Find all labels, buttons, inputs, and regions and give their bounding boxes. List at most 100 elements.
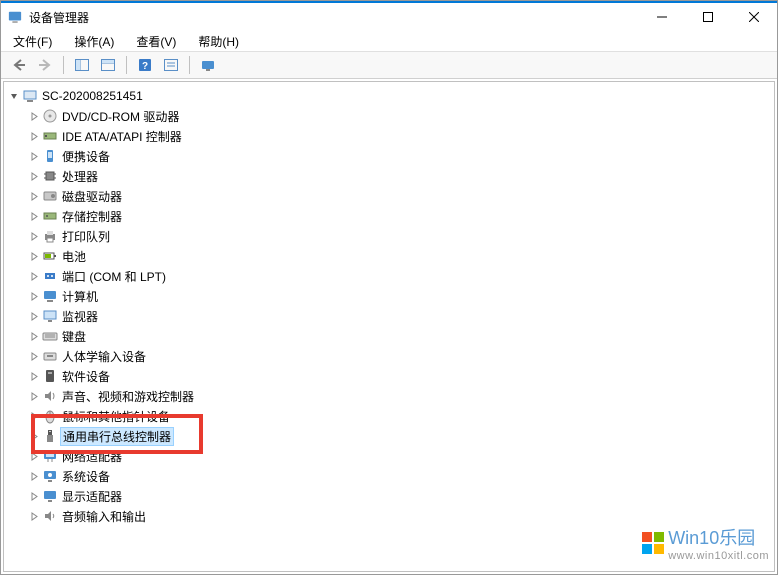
tree-item[interactable]: 音频输入和输出 — [4, 506, 774, 526]
expander-icon[interactable] — [28, 490, 40, 502]
menu-file[interactable]: 文件(F) — [9, 31, 56, 52]
usb-icon — [42, 428, 58, 444]
tree-item-label: 存储控制器 — [62, 208, 122, 225]
tree-item-label: 处理器 — [62, 168, 98, 185]
disk-icon — [42, 188, 58, 204]
expander-icon[interactable] — [28, 210, 40, 222]
tree-item[interactable]: 电池 — [4, 246, 774, 266]
show-hide-tree-button[interactable] — [70, 53, 94, 77]
tree-item[interactable]: 声音、视频和游戏控制器 — [4, 386, 774, 406]
tree-item-label: 显示适配器 — [62, 488, 122, 505]
expander-icon[interactable] — [28, 370, 40, 382]
tree-item-label: DVD/CD-ROM 驱动器 — [62, 108, 179, 125]
tree-item[interactable]: 软件设备 — [4, 366, 774, 386]
expander-icon[interactable] — [28, 470, 40, 482]
tree-item-label: 磁盘驱动器 — [62, 188, 122, 205]
expander-icon[interactable] — [28, 390, 40, 402]
tree-item[interactable]: 计算机 — [4, 286, 774, 306]
expander-icon[interactable] — [28, 350, 40, 362]
window-title: 设备管理器 — [29, 9, 639, 26]
cpu-icon — [42, 168, 58, 184]
tree-item[interactable]: 监视器 — [4, 306, 774, 326]
tree-item-label: 监视器 — [62, 308, 98, 325]
display-icon — [42, 488, 58, 504]
tree-item[interactable]: 磁盘驱动器 — [4, 186, 774, 206]
expander-icon[interactable] — [28, 410, 40, 422]
expander-icon[interactable] — [28, 250, 40, 262]
tree-item[interactable]: 处理器 — [4, 166, 774, 186]
tree-item[interactable]: 打印队列 — [4, 226, 774, 246]
tree-item-label: 鼠标和其他指针设备 — [62, 408, 170, 425]
tree-item[interactable]: 端口 (COM 和 LPT) — [4, 266, 774, 286]
help-button[interactable]: ? — [133, 53, 157, 77]
tree-item-label: 电池 — [62, 248, 86, 265]
menu-view[interactable]: 查看(V) — [132, 31, 180, 52]
expander-icon[interactable] — [28, 150, 40, 162]
tree-item[interactable]: 通用串行总线控制器 — [4, 426, 774, 446]
tree-item[interactable]: 鼠标和其他指针设备 — [4, 406, 774, 426]
mouse-icon — [42, 408, 58, 424]
properties-button[interactable] — [96, 53, 120, 77]
tree-item[interactable]: 便携设备 — [4, 146, 774, 166]
toolbar: ? — [1, 51, 777, 79]
expander-icon[interactable] — [28, 130, 40, 142]
forward-button[interactable] — [33, 53, 57, 77]
close-button[interactable] — [731, 3, 777, 31]
tree-item-label: 计算机 — [62, 288, 98, 305]
expander-icon[interactable] — [28, 330, 40, 342]
storage-icon — [42, 208, 58, 224]
tree-item[interactable]: 网络适配器 — [4, 446, 774, 466]
hid-icon — [42, 348, 58, 364]
expander-icon[interactable] — [28, 450, 40, 462]
tree-item-label: 端口 (COM 和 LPT) — [62, 268, 166, 285]
expander-icon[interactable] — [28, 110, 40, 122]
expander-icon[interactable] — [28, 430, 40, 442]
disc-icon — [42, 108, 58, 124]
expander-icon[interactable] — [28, 190, 40, 202]
expander-icon[interactable] — [28, 290, 40, 302]
tree-item-label: 声音、视频和游戏控制器 — [62, 388, 194, 405]
network-icon — [42, 448, 58, 464]
tree-item-label: 便携设备 — [62, 148, 110, 165]
svg-text:?: ? — [142, 61, 148, 72]
toolbar-separator — [126, 56, 127, 74]
toolbar-separator — [189, 56, 190, 74]
ide-icon — [42, 128, 58, 144]
app-icon — [7, 9, 23, 25]
windows-logo-icon — [642, 532, 664, 554]
tree-item-label: 系统设备 — [62, 468, 110, 485]
tree-item[interactable]: 人体学输入设备 — [4, 346, 774, 366]
expander-icon[interactable] — [28, 170, 40, 182]
computer-icon — [42, 288, 58, 304]
expander-icon[interactable] — [28, 310, 40, 322]
expander-icon[interactable] — [8, 90, 20, 102]
expander-icon[interactable] — [28, 230, 40, 242]
tree-item-label: 键盘 — [62, 328, 86, 345]
battery-icon — [42, 248, 58, 264]
expander-icon[interactable] — [28, 270, 40, 282]
menu-help[interactable]: 帮助(H) — [194, 31, 243, 52]
maximize-button[interactable] — [685, 3, 731, 31]
system-icon — [42, 468, 58, 484]
device-tree[interactable]: SC-202008251451 DVD/CD-ROM 驱动器IDE ATA/AT… — [3, 81, 775, 572]
watermark-brand: Win10乐园 — [668, 524, 769, 550]
tree-item[interactable]: DVD/CD-ROM 驱动器 — [4, 106, 774, 126]
keyboard-icon — [42, 328, 58, 344]
tree-item[interactable]: 存储控制器 — [4, 206, 774, 226]
action-button[interactable] — [159, 53, 183, 77]
watermark: Win10乐园 www.win10xitl.com — [642, 524, 769, 562]
portable-icon — [42, 148, 58, 164]
back-button[interactable] — [7, 53, 31, 77]
tree-item[interactable]: 系统设备 — [4, 466, 774, 486]
tree-item[interactable]: 显示适配器 — [4, 486, 774, 506]
software-icon — [42, 368, 58, 384]
monitor-icon — [42, 308, 58, 324]
scan-hardware-button[interactable] — [196, 53, 220, 77]
tree-item[interactable]: IDE ATA/ATAPI 控制器 — [4, 126, 774, 146]
expander-icon[interactable] — [28, 510, 40, 522]
menu-action[interactable]: 操作(A) — [70, 31, 118, 52]
minimize-button[interactable] — [639, 3, 685, 31]
title-bar: 设备管理器 — [1, 1, 777, 31]
tree-item[interactable]: 键盘 — [4, 326, 774, 346]
tree-root[interactable]: SC-202008251451 — [4, 86, 774, 106]
